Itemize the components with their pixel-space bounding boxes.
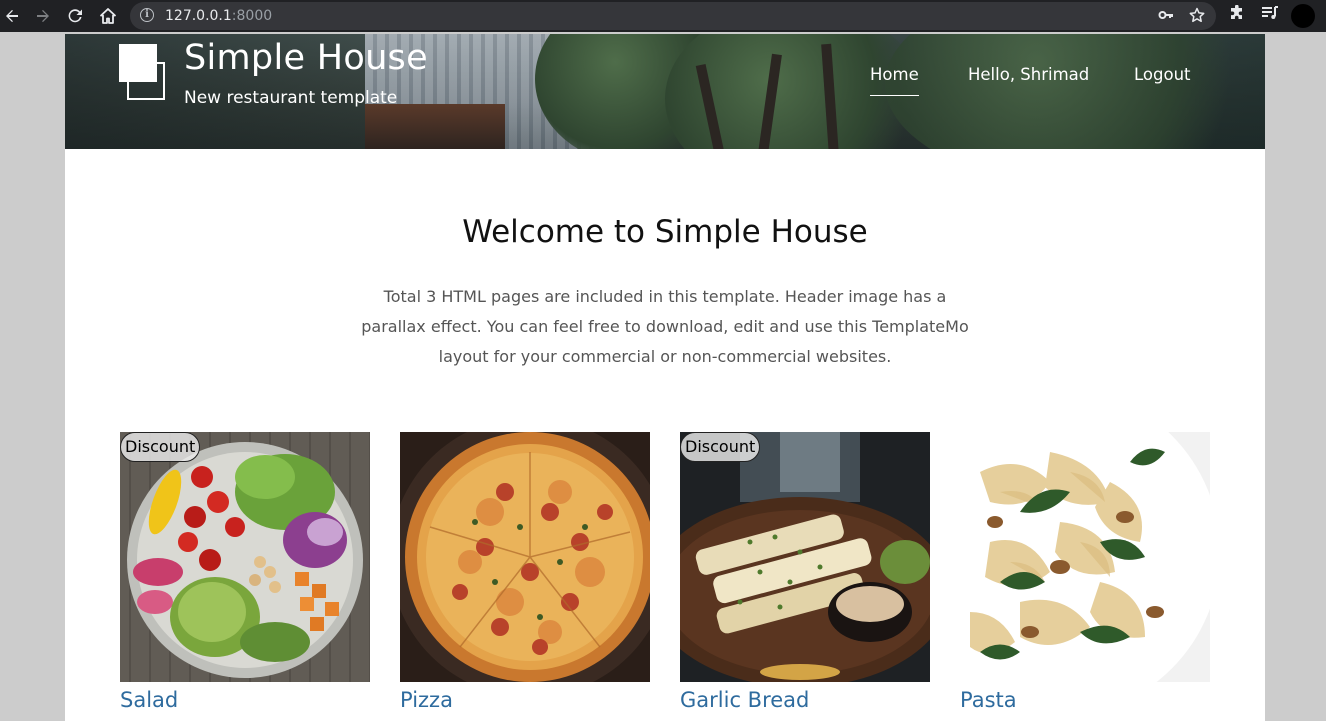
banner-tree-image (885, 34, 1265, 149)
profile-icon[interactable] (1291, 4, 1315, 28)
site-title[interactable]: Simple House (184, 36, 428, 80)
reload-icon[interactable] (63, 4, 87, 28)
intro-paragraph: Total 3 HTML pages are included in this … (361, 287, 969, 366)
star-icon[interactable] (1189, 7, 1205, 27)
forward-arrow-icon[interactable] (31, 4, 55, 28)
salad-photo[interactable]: Discount (120, 432, 370, 682)
menu-item-name[interactable]: Garlic Bread (680, 686, 809, 714)
site-subtitle: New restaurant template (184, 88, 398, 108)
menu-card-garlic-bread[interactable]: Discount Garlic Bread (680, 432, 930, 712)
garlic-bread-photo[interactable]: Discount (680, 432, 930, 682)
header-banner: Simple House New restaurant template Hom… (65, 34, 1265, 149)
menu-item-name[interactable]: Salad (120, 686, 178, 714)
key-icon[interactable] (1158, 7, 1174, 27)
menu-item-name[interactable]: Pizza (400, 686, 453, 714)
menu-card-pizza[interactable]: Pizza (400, 432, 650, 712)
welcome-heading: Welcome to Simple House (462, 214, 868, 250)
page-content: Simple House New restaurant template Hom… (65, 34, 1265, 721)
browser-toolbar: i 127.0.0.1:8000 (0, 0, 1326, 32)
pizza-photo[interactable] (400, 432, 650, 682)
back-arrow-icon[interactable] (0, 4, 24, 28)
url-text[interactable]: 127.0.0.1:8000 (165, 8, 272, 24)
nav-logout-link[interactable]: Logout (1134, 64, 1191, 86)
banner-storefront-image (365, 104, 505, 149)
nav-hello-user-link[interactable]: Hello, Shrimad (968, 64, 1089, 86)
menu-card-salad[interactable]: Discount Salad (120, 432, 370, 712)
menu-card-pasta[interactable]: Pasta (960, 432, 1210, 712)
nav-home-link[interactable]: Home (870, 64, 919, 96)
media-control-icon[interactable] (1261, 5, 1279, 25)
pasta-photo[interactable] (960, 432, 1210, 682)
logo-icon[interactable] (119, 44, 169, 104)
menu-item-name[interactable]: Pasta (960, 686, 1017, 714)
puzzle-icon[interactable] (1229, 4, 1245, 25)
address-bar[interactable]: i 127.0.0.1:8000 (130, 2, 1216, 30)
discount-badge: Discount (120, 432, 201, 462)
discount-badge: Discount (680, 432, 761, 462)
info-icon[interactable]: i (140, 8, 154, 22)
home-icon[interactable] (96, 4, 120, 28)
